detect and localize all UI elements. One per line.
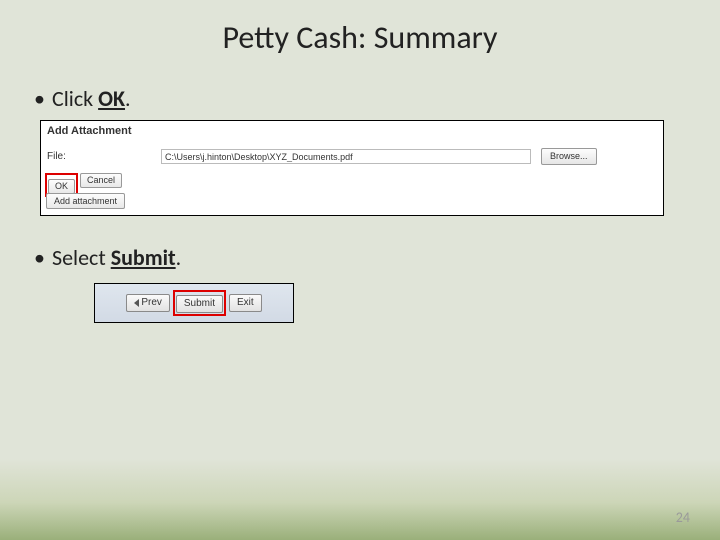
slide-title: Petty Cash: Summary: [0, 0, 720, 57]
cancel-button[interactable]: Cancel: [80, 173, 122, 188]
chevron-left-icon: [134, 299, 139, 307]
dialog-heading: Add Attachment: [47, 125, 132, 137]
submit-highlight-box: Submit: [173, 290, 226, 316]
exit-button[interactable]: Exit: [229, 294, 262, 312]
slide-content: Click OK. Add Attachment File: Browse...…: [0, 57, 720, 323]
bullet-click-ok: Click OK.: [30, 85, 690, 112]
page-number: 24: [676, 509, 690, 526]
bullet2-pre: Select: [52, 244, 111, 271]
submit-button[interactable]: Submit: [176, 295, 223, 313]
prev-label: Prev: [141, 295, 162, 311]
add-attachment-dialog: Add Attachment File: Browse... OK Cancel…: [40, 120, 664, 216]
prev-button[interactable]: Prev: [126, 294, 170, 312]
bullet-select-submit: Select Submit.: [30, 244, 690, 271]
bullet1-post: .: [125, 85, 131, 112]
file-path-input[interactable]: [161, 149, 531, 164]
ok-button[interactable]: OK: [48, 179, 75, 194]
bullet2-post: .: [176, 244, 182, 271]
file-label: File:: [47, 151, 66, 162]
browse-button[interactable]: Browse...: [541, 148, 597, 165]
bullet2-emphasis: Submit: [111, 244, 176, 271]
nav-button-bar: Prev Submit Exit: [94, 283, 294, 323]
add-attachment-button[interactable]: Add attachment: [46, 193, 125, 209]
bullet1-pre: Click: [52, 85, 98, 112]
bullet1-emphasis: OK: [98, 85, 125, 112]
